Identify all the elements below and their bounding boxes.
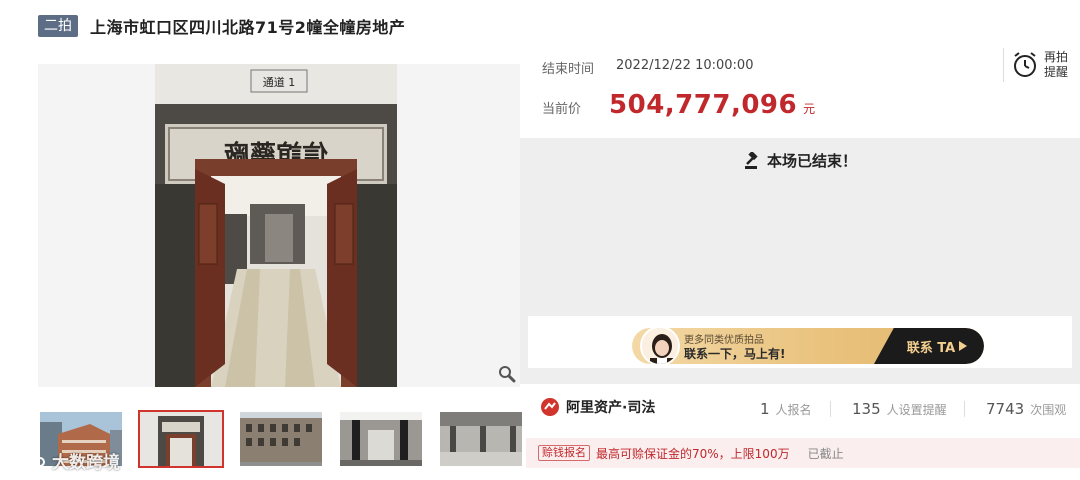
auction-page: 二拍 上海市虹口区四川北路71号2幢全幢房地产 信誼藥廠 通道 1 大数跨境 结…: [0, 0, 1080, 480]
promo-banner: 联系 TA 更多同类优质拍品 联系一下，马上有!: [528, 316, 1072, 368]
price-row: 当前价 504,777,096 元: [542, 90, 815, 120]
stat-registrations-label: 人报名: [775, 403, 812, 417]
stat-registrations-num: 1: [760, 400, 770, 418]
watermark-text: 大数跨境: [52, 453, 120, 473]
main-image-viewer[interactable]: 信誼藥廠 通道 1: [38, 64, 520, 387]
status-panel: 本场已结束！ 联系 TA 更多同类优质拍品 联系一下，马上有!: [520, 138, 1080, 384]
magnifier-icon: [499, 366, 516, 383]
deposit-loan-text: 最高可赊保证金的70%，上限100万: [596, 446, 790, 461]
brand[interactable]: 阿里资产·司法: [540, 397, 655, 417]
brand-name: 阿里资产·司法: [566, 400, 656, 416]
main-photo: 信誼藥廠 通道 1: [155, 64, 397, 387]
stat-views: 7743 次围观: [986, 400, 1066, 418]
thumbnail-4[interactable]: [338, 410, 424, 468]
price-label: 当前价: [542, 102, 582, 117]
watermark-logo-icon: [9, 451, 45, 469]
deposit-loan-status: 已截止: [807, 446, 844, 461]
contact-ta-button[interactable]: 联系 TA: [874, 328, 984, 364]
gavel-icon: [744, 151, 758, 169]
thumbnail-3[interactable]: [238, 410, 324, 468]
stat-views-num: 7743: [986, 400, 1025, 418]
current-price: 504,777,096: [609, 90, 798, 120]
price-unit: 元: [803, 102, 816, 116]
end-time-row: 结束时间 2022/12/22 10:00:00: [542, 58, 753, 77]
thumbnail-2-selected[interactable]: [138, 410, 224, 468]
agent-avatar: [640, 326, 680, 366]
door-sign-text: 通道 1: [263, 75, 296, 89]
ali-asset-logo-icon: [541, 398, 559, 416]
auction-ended-banner: 本场已结束！: [520, 150, 1080, 171]
property-title: 上海市虹口区四川北路71号2幢全幢房地产: [90, 18, 406, 37]
promo-title: 联系一下，马上有!: [684, 347, 786, 361]
remind-label: 再拍提醒: [1044, 50, 1069, 79]
deposit-loan-row: 赊钱报名 最高可赊保证金的70%，上限100万 已截止: [526, 438, 1080, 468]
alarm-clock-icon: [1014, 52, 1036, 77]
stat-reminders-num: 135: [852, 400, 881, 418]
end-time-label: 结束时间: [542, 62, 595, 77]
contact-ta-label: 联系 TA: [906, 340, 956, 356]
triangle-right-icon: [959, 341, 968, 351]
stats-row: 阿里资产·司法 1 人报名 135 人设置提醒 7743 次围观: [520, 388, 1080, 428]
stat-divider: [964, 401, 965, 417]
promo-subtitle: 更多同类优质拍品: [684, 335, 764, 346]
remind-button[interactable]: 再拍提醒: [1003, 48, 1072, 82]
stat-reminders-label: 人设置提醒: [886, 403, 947, 417]
stat-views-label: 次围观: [1030, 403, 1067, 417]
auction-status-text: 本场已结束！: [766, 152, 857, 170]
stat-divider: [830, 401, 831, 417]
auction-info-panel: 结束时间 2022/12/22 10:00:00 当前价 504,777,096…: [520, 46, 1080, 138]
round-badge: 二拍: [38, 15, 78, 37]
zoom-button[interactable]: [494, 361, 520, 387]
thumbnail-5[interactable]: [438, 410, 524, 468]
title-row: 二拍 上海市虹口区四川北路71号2幢全幢房地产: [38, 14, 405, 38]
stat-reminders: 135 人设置提醒: [852, 400, 947, 418]
watermark: 大数跨境: [8, 448, 120, 473]
deposit-loan-tag: 赊钱报名: [538, 445, 590, 461]
end-time-value: 2022/12/22 10:00:00: [616, 58, 754, 73]
stat-registrations: 1 人报名: [760, 400, 812, 418]
